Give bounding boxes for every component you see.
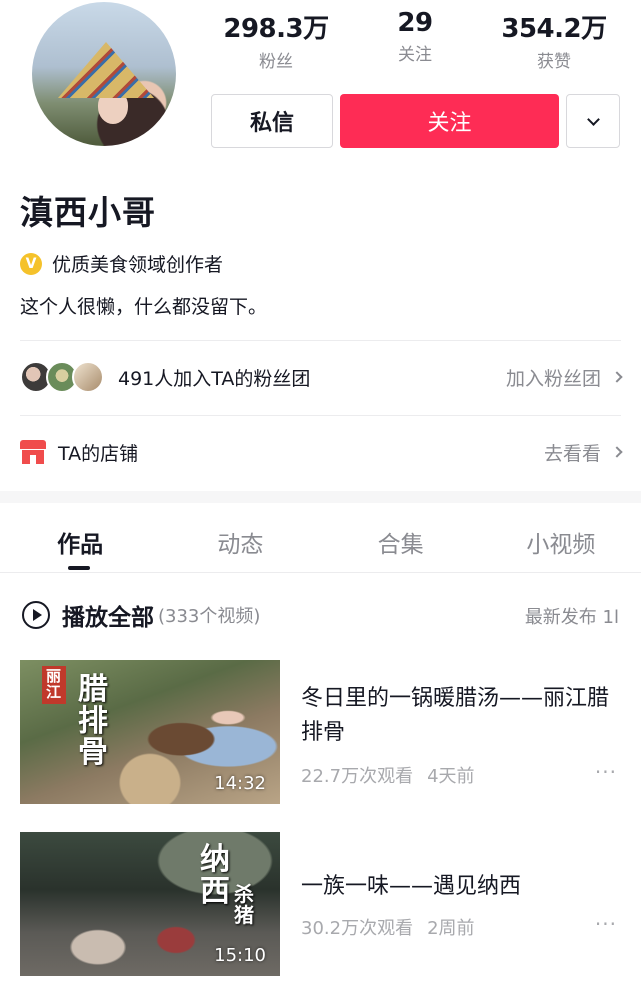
verified-label: 优质美食领域创作者 xyxy=(52,254,224,276)
visit-shop-label: 去看看 xyxy=(543,442,601,465)
stat-followers-value: 298.3万 xyxy=(223,14,329,44)
stat-followers-label: 粉丝 xyxy=(259,52,293,72)
video-thumbnail[interactable]: 丽江 腊排骨 14:32 xyxy=(20,660,280,804)
video-thumbnail[interactable]: 纳西 杀猪 15:10 xyxy=(20,832,280,976)
visit-shop-link[interactable]: 去看看 xyxy=(543,439,623,466)
chevron-right-icon xyxy=(611,446,623,458)
tab-activity[interactable]: 动态 xyxy=(160,503,320,572)
play-all-button[interactable]: 播放全部 (333个视频) xyxy=(22,598,260,632)
thumbnail-tag: 丽江 xyxy=(42,666,66,704)
shop-row[interactable]: TA的店铺 去看看 xyxy=(20,422,623,482)
tab-activity-label: 动态 xyxy=(217,532,264,558)
video-views: 22.7万次观看 xyxy=(301,766,414,787)
tab-collections-label: 合集 xyxy=(377,532,424,558)
stat-following-label: 关注 xyxy=(398,45,432,65)
divider xyxy=(20,415,621,416)
thumbnail-title: 纳西 xyxy=(200,842,230,909)
chevron-right-icon xyxy=(611,371,623,383)
more-options-button[interactable] xyxy=(566,94,620,148)
avatar[interactable] xyxy=(32,2,176,146)
join-fan-club-link[interactable]: 加入粉丝团 xyxy=(505,364,623,391)
thumbnail-subtitle: 杀猪 xyxy=(234,882,254,927)
shop-icon xyxy=(20,440,46,464)
content-tabs: 作品 动态 合集 小视频 xyxy=(0,503,641,573)
join-fan-club-label: 加入粉丝团 xyxy=(505,367,601,390)
video-title[interactable]: 冬日里的一锅暖腊汤——丽江腊排骨 xyxy=(301,682,621,750)
more-icon[interactable]: ··· xyxy=(595,760,617,784)
shop-text: TA的店铺 xyxy=(58,442,139,465)
video-duration: 14:32 xyxy=(214,773,266,794)
stat-likes-label: 获赞 xyxy=(537,52,571,72)
active-tab-indicator xyxy=(68,566,91,570)
tab-collections[interactable]: 合集 xyxy=(321,503,481,572)
stat-following-value: 29 xyxy=(397,8,433,38)
video-meta: 22.7万次观看 4天前 xyxy=(301,762,475,788)
chevron-down-icon xyxy=(586,112,600,126)
video-age: 2周前 xyxy=(427,918,475,939)
profile-bio: 这个人很懒，什么都没留下。 xyxy=(20,296,268,318)
stat-likes-value: 354.2万 xyxy=(501,14,607,44)
tab-short-videos[interactable]: 小视频 xyxy=(481,503,641,572)
thumbnail-title: 腊排骨 xyxy=(78,672,108,770)
video-age: 4天前 xyxy=(427,766,475,787)
play-all-label: 播放全部 xyxy=(62,605,154,631)
stat-following[interactable]: 29 关注 xyxy=(350,8,480,65)
video-views: 30.2万次观看 xyxy=(301,918,414,939)
fan-avatars xyxy=(20,361,104,393)
fan-club-text: 491人加入TA的粉丝团 xyxy=(118,367,311,390)
video-title[interactable]: 一族一味——遇见纳西 xyxy=(301,870,621,904)
divider xyxy=(20,340,621,341)
fan-avatar xyxy=(72,361,104,393)
video-duration: 15:10 xyxy=(214,945,266,966)
tab-works[interactable]: 作品 xyxy=(0,503,160,572)
more-icon[interactable]: ··· xyxy=(595,912,617,936)
verified-badge-icon: V xyxy=(20,252,42,275)
fan-club-row[interactable]: 491人加入TA的粉丝团 加入粉丝团 xyxy=(20,347,623,407)
stat-likes[interactable]: 354.2万 获赞 xyxy=(489,8,619,72)
video-meta: 30.2万次观看 2周前 xyxy=(301,914,475,940)
verified-info: V 优质美食领域创作者 xyxy=(20,250,223,277)
tab-works-label: 作品 xyxy=(57,532,104,558)
profile-name: 滇西小哥 xyxy=(20,193,156,232)
avatar-hat xyxy=(58,42,154,98)
message-button[interactable]: 私信 xyxy=(211,94,333,148)
sort-button[interactable]: 最新发布 1l xyxy=(525,603,619,629)
follow-button[interactable]: 关注 xyxy=(340,94,559,148)
play-circle-icon xyxy=(22,601,50,629)
section-gap xyxy=(0,491,641,503)
video-count: (333个视频) xyxy=(158,606,261,627)
tab-short-videos-label: 小视频 xyxy=(526,532,596,558)
stat-followers[interactable]: 298.3万 粉丝 xyxy=(211,8,341,72)
